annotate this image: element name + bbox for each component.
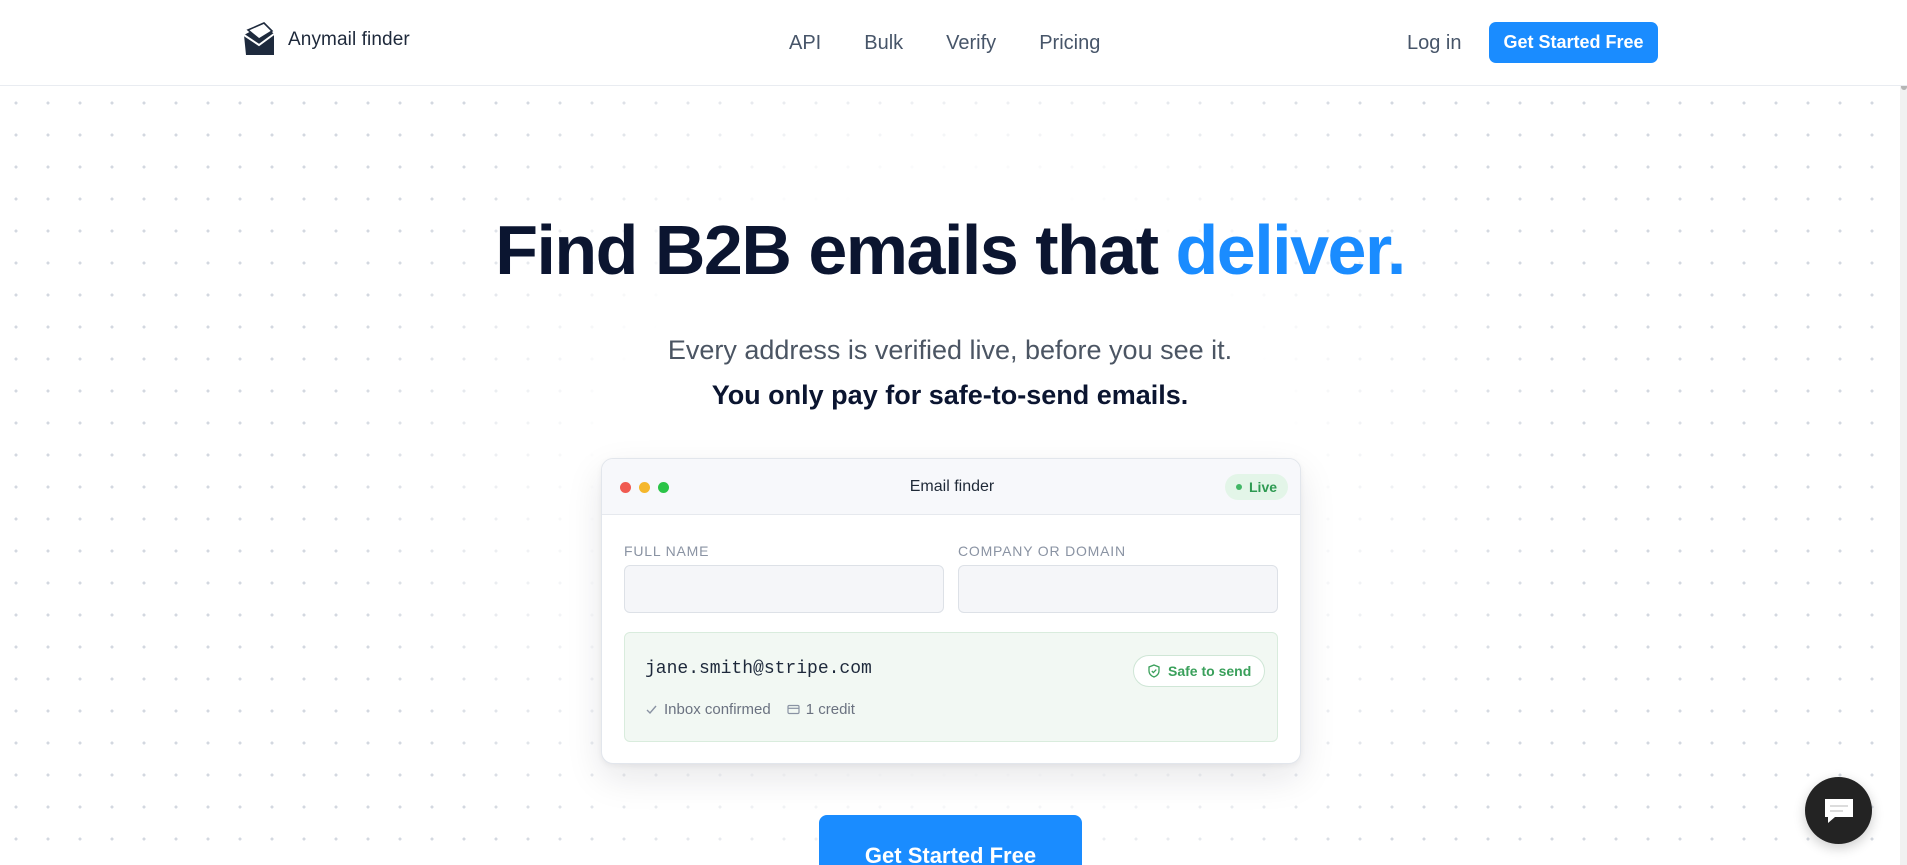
- get-started-button-header[interactable]: Get Started Free: [1489, 22, 1658, 63]
- live-status-badge: Live: [1225, 474, 1289, 500]
- chat-icon: [1824, 798, 1853, 823]
- live-label: Live: [1249, 479, 1278, 495]
- site-header: Anymail finder API Bulk Verify Pricing L…: [0, 0, 1907, 86]
- nav-verify[interactable]: Verify: [946, 31, 996, 55]
- hero-title: Find B2B emails that deliver.: [0, 206, 1900, 294]
- login-link[interactable]: Log in: [1407, 31, 1462, 55]
- inbox-confirmed-label: Inbox confirmed: [664, 701, 771, 718]
- company-label: COMPANY OR DOMAIN: [958, 543, 1126, 559]
- hero-title-main: Find B2B emails that: [495, 211, 1176, 289]
- shield-check-icon: [1148, 664, 1160, 678]
- page-scrollbar[interactable]: [1900, 0, 1907, 865]
- safe-to-send-badge: Safe to send: [1133, 655, 1266, 687]
- full-name-input[interactable]: [624, 565, 944, 613]
- hero-title-accent: deliver.: [1175, 211, 1407, 289]
- brand-logo[interactable]: Anymail finder: [242, 22, 410, 58]
- nav-pricing[interactable]: Pricing: [1039, 31, 1100, 55]
- result-email: jane.smith@stripe.com: [645, 659, 872, 679]
- inbox-confirmed-item: Inbox confirmed: [645, 701, 771, 718]
- credit-item: 1 credit: [787, 701, 855, 718]
- brand-name: Anymail finder: [288, 29, 410, 50]
- result-panel: jane.smith@stripe.com Safe to send Inbox…: [624, 632, 1278, 742]
- credit-label: 1 credit: [805, 701, 855, 718]
- credit-card-icon: [787, 704, 800, 715]
- nav-api[interactable]: API: [789, 31, 821, 55]
- result-meta: Inbox confirmed 1 credit: [645, 701, 871, 718]
- check-icon: [646, 705, 657, 715]
- hero-subtitle: Every address is verified live, before y…: [667, 335, 1233, 365]
- get-started-button-hero[interactable]: Get Started Free: [819, 815, 1082, 865]
- card-titlebar: Email finder Live: [602, 459, 1300, 515]
- email-finder-card: Email finder Live FULL NAME COMPANY OR D…: [601, 458, 1301, 764]
- envelope-logo-icon: [243, 22, 275, 55]
- chat-widget-button[interactable]: [1805, 777, 1872, 844]
- main-nav: API Bulk Verify Pricing: [789, 31, 1143, 55]
- company-domain-input[interactable]: [958, 565, 1278, 613]
- safe-to-send-label: Safe to send: [1168, 663, 1252, 679]
- nav-bulk[interactable]: Bulk: [864, 31, 903, 55]
- live-dot-icon: [1236, 484, 1242, 490]
- full-name-label: FULL NAME: [624, 543, 710, 559]
- hero-subtitle-bold: You only pay for safe-to-send emails.: [711, 380, 1189, 410]
- card-title: Email finder: [909, 478, 995, 495]
